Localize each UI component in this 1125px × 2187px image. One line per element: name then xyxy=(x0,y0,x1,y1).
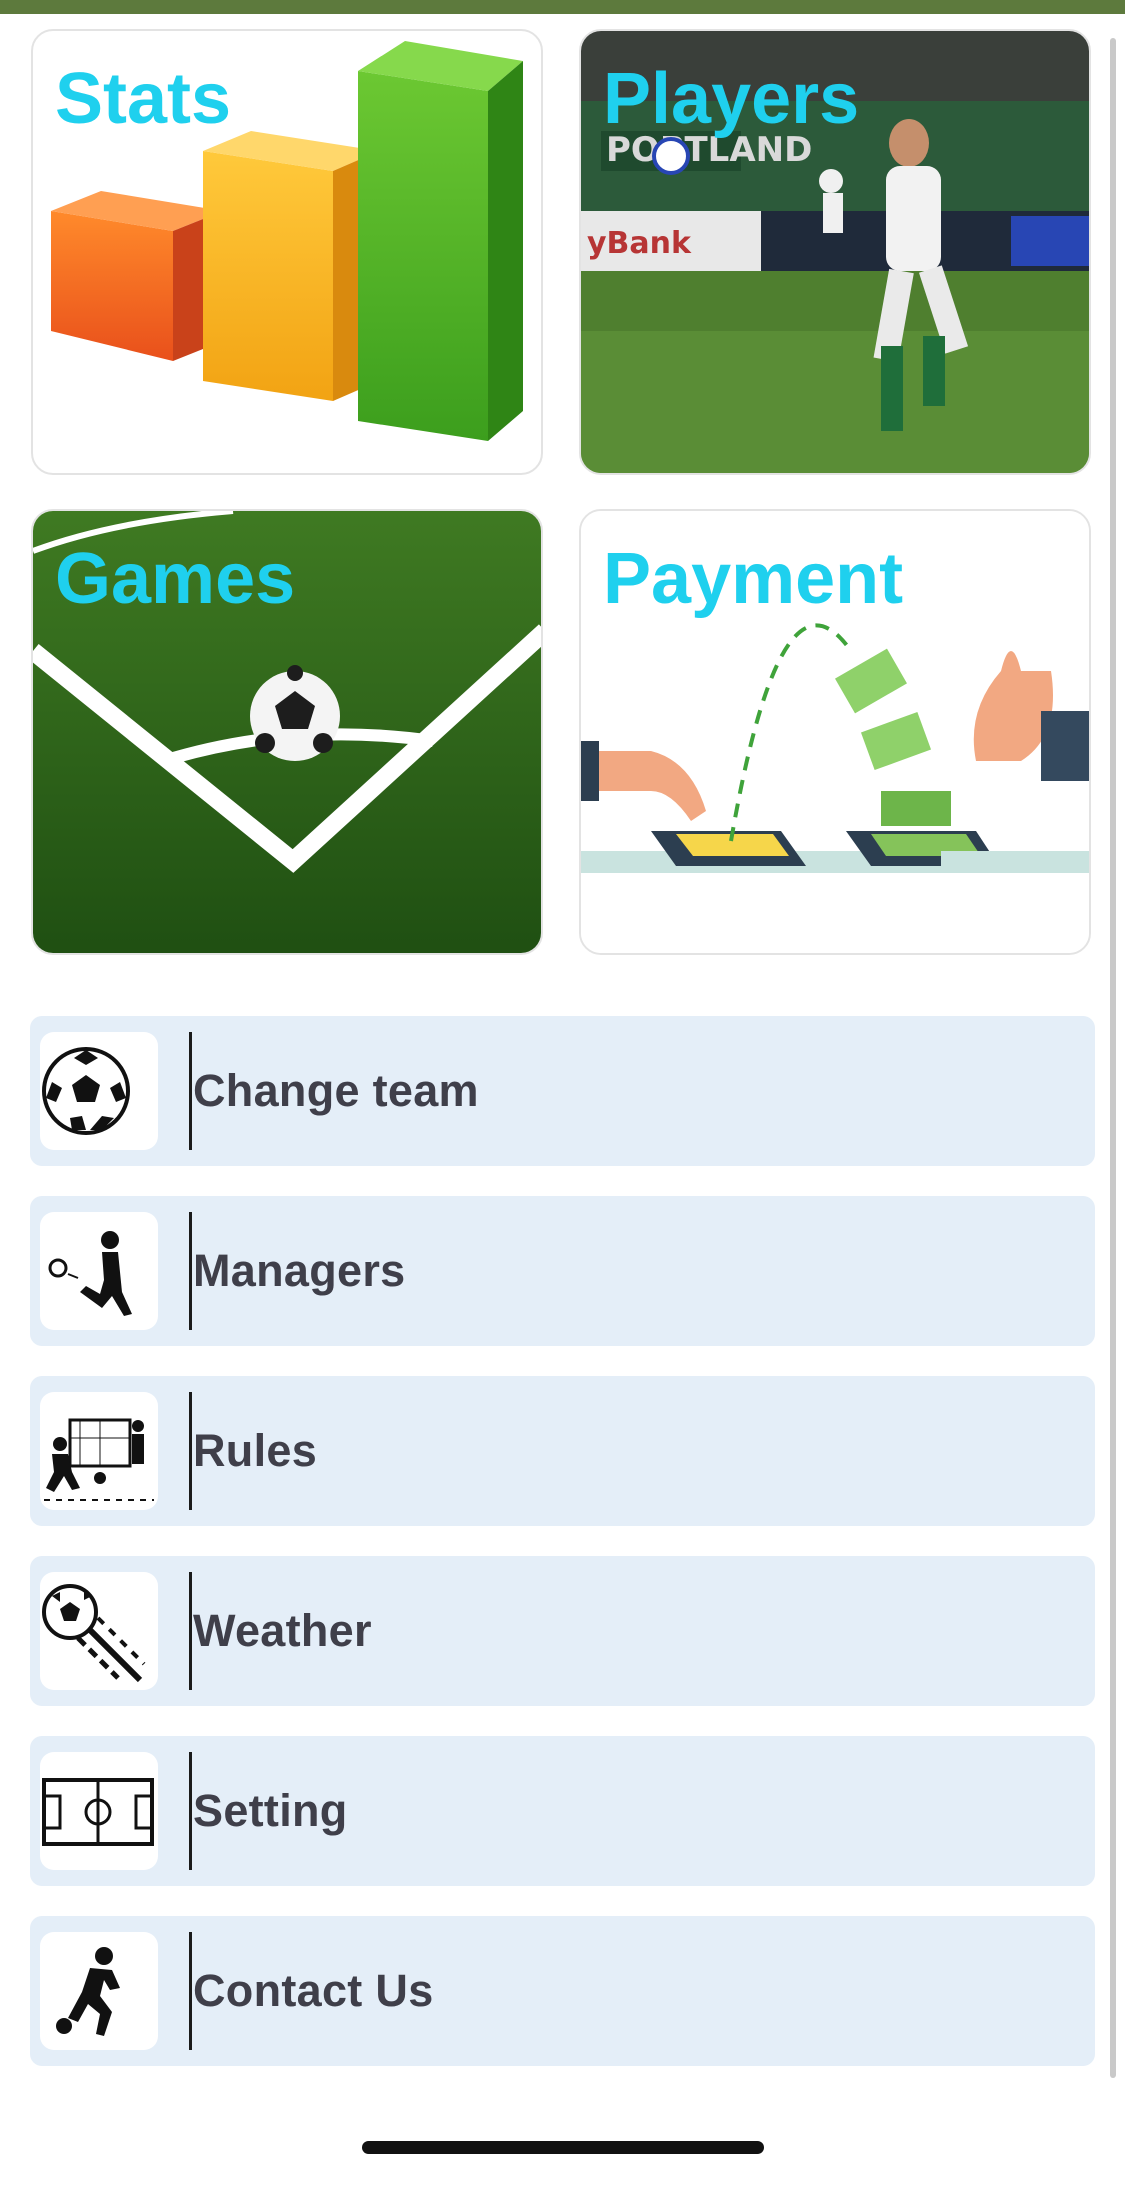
players-tile[interactable]: PORTLAND yBank Players xyxy=(579,29,1091,475)
menu-item-setting[interactable]: Setting xyxy=(30,1736,1095,1886)
payment-tile[interactable]: Payment xyxy=(579,509,1091,955)
divider xyxy=(189,1932,192,2050)
kicking-player-icon xyxy=(40,1212,158,1330)
games-tile[interactable]: Games xyxy=(31,509,543,955)
menu-item-label: Change team xyxy=(193,1065,479,1116)
menu-item-label: Managers xyxy=(193,1245,406,1296)
games-label: Games xyxy=(55,539,296,619)
menu-item-contact-us[interactable]: Contact Us xyxy=(30,1916,1095,2066)
home-indicator[interactable] xyxy=(362,2141,764,2154)
divider xyxy=(189,1032,192,1150)
menu-item-label: Setting xyxy=(193,1785,348,1836)
divider xyxy=(189,1752,192,1870)
scrollbar[interactable] xyxy=(1110,38,1116,2078)
running-player-icon xyxy=(40,1932,158,2050)
top-bar xyxy=(0,0,1125,14)
menu-item-change-team[interactable]: Change team xyxy=(30,1016,1095,1166)
stats-tile[interactable]: Stats xyxy=(31,29,543,475)
menu-item-rules[interactable]: Rules xyxy=(30,1376,1095,1526)
menu-item-label: Contact Us xyxy=(193,1965,434,2016)
payment-label: Payment xyxy=(603,539,904,619)
svg-text:yBank: yBank xyxy=(587,226,692,261)
divider xyxy=(189,1392,192,1510)
soccer-field-icon xyxy=(40,1752,158,1870)
players-goal-icon xyxy=(40,1392,158,1510)
flying-ball-icon xyxy=(40,1572,158,1690)
menu-item-label: Weather xyxy=(193,1605,372,1656)
divider xyxy=(189,1572,192,1690)
menu-item-weather[interactable]: Weather xyxy=(30,1556,1095,1706)
menu-item-label: Rules xyxy=(193,1425,318,1476)
soccer-ball-icon xyxy=(40,1032,158,1150)
stats-label: Stats xyxy=(55,59,232,139)
divider xyxy=(189,1212,192,1330)
menu-item-managers[interactable]: Managers xyxy=(30,1196,1095,1346)
players-label: Players xyxy=(603,59,860,139)
